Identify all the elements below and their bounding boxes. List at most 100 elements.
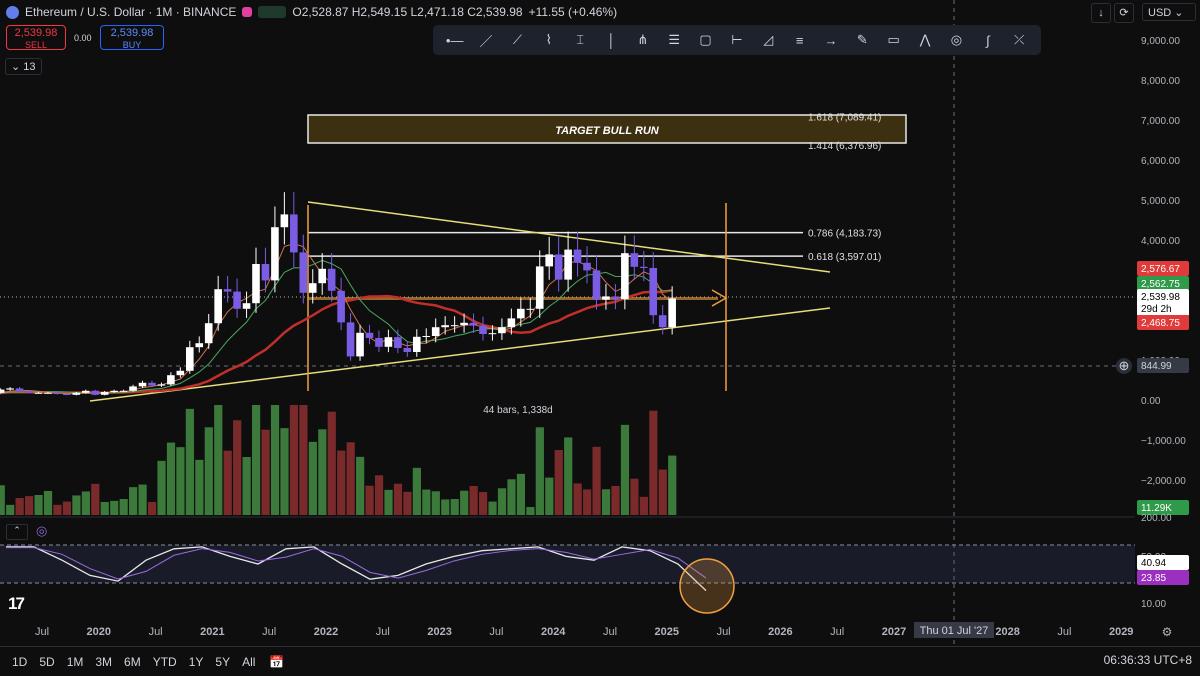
triangle-icon[interactable]: ◿ [758,30,778,50]
buy-price: 2,539.98 [110,27,154,39]
buy-button[interactable]: 2,539.98 BUY [100,25,164,50]
price-label-crosshair: 844.99 [1141,361,1172,372]
candle-body [119,390,128,392]
path-icon[interactable]: ⟋ [507,30,527,50]
circle-icon[interactable]: ◎ [946,30,966,50]
candle-body [649,268,658,316]
arrow-marker-icon[interactable]: → [821,30,841,50]
volume-bar [327,411,336,515]
timeframe-1m[interactable]: 1M [67,655,84,669]
volume-bar [478,492,488,515]
volume-bar [25,496,34,515]
symbol-title[interactable]: Ethereum / U.S. Dollar · 1M · BINANCE [25,5,236,19]
volume-bar [620,424,630,515]
price-label-red-bottom: 2,468.75 [1141,318,1180,329]
volume-bar [526,507,535,515]
parallel-channel-icon[interactable]: ☰ [664,30,684,50]
candle-body [384,337,393,347]
volume-bar [81,491,90,515]
vertical-line-icon[interactable]: │ [601,30,621,50]
x-tick-label: 2023 [427,626,451,638]
volume-bar [497,488,507,515]
date-range-icon[interactable]: 📅 [269,655,284,669]
timeframe-ytd[interactable]: YTD [153,655,177,669]
fib-label: 0.786 (4,183.73) [808,229,881,240]
pitchfork-icon[interactable]: ⋔ [633,30,653,50]
measure-icon[interactable]: ⤫ [1009,30,1029,50]
candle-body [621,253,629,300]
rsi-highlight-circle [679,558,735,614]
candle-body [507,318,516,328]
sell-button[interactable]: 2,539.98 SELL [6,25,66,50]
brush-icon[interactable]: ✎ [852,30,872,50]
volume-bar [346,442,355,515]
volume-bar [573,483,582,515]
download-icon[interactable]: ↓ [1091,3,1111,23]
volume-bar [460,490,469,515]
candle-body [441,325,449,328]
fib-range-icon[interactable]: ⊢ [727,30,747,50]
y-tick-label: 4,000.00 [1141,236,1180,247]
fib-extension-icon[interactable]: ≡ [790,30,810,50]
rectangle-icon[interactable]: ▢ [696,30,716,50]
candle-body [214,289,222,324]
x-tick-label: 2020 [87,626,111,638]
currency-select[interactable]: USD ⌄ [1142,3,1196,21]
candle-body [412,336,421,352]
countdown-label: 29d 2h [1141,304,1172,315]
timeframe-all[interactable]: All [242,655,255,669]
volume-bar [129,487,138,515]
chart-canvas[interactable]: 9,000.00 8,000.00 7,000.00 6,000.00 5,000.00… [0,0,1200,675]
timeframe-5d[interactable]: 5D [39,655,54,669]
volume-bar [157,460,166,515]
candle-body [564,249,572,280]
trend-line-icon[interactable]: ／ [476,30,496,50]
timeframe-6m[interactable]: 6M [124,655,141,669]
buy-label: BUY [122,40,142,50]
price-change: +11.55 (+0.46%) [528,5,618,19]
market-status-icon[interactable] [258,6,287,18]
candle-body [639,266,648,268]
y-tick-label: 9,000.00 [1141,36,1180,47]
volume-bar [289,405,299,515]
candle-body [167,375,175,385]
volume-bar [100,502,109,515]
currency-label: USD [1148,7,1172,19]
candle-body [394,337,402,348]
volume-bar [308,441,317,515]
indicators-count: 13 [23,61,36,73]
volume-bar [233,420,242,515]
volume-bar [450,499,459,515]
cross-line-icon[interactable]: ⌶ [570,30,590,50]
timeframe-3m[interactable]: 3M [95,655,112,669]
volume-bar [251,405,261,515]
timeframe-1d[interactable]: 1D [12,655,27,669]
volume-bar [185,408,194,515]
curve-icon[interactable]: ∫ [978,30,998,50]
timeframe-1y[interactable]: 1Y [189,655,204,669]
volume-bar [34,495,43,515]
y-tick-label: 7,000.00 [1141,116,1180,127]
alert-flag-icon[interactable] [242,7,253,17]
pattern-icon[interactable]: ⋀ [915,30,935,50]
rsi-settings-icon[interactable]: ◎ [36,523,47,539]
timeframe-5y[interactable]: 5Y [215,655,230,669]
candle-body [157,384,166,386]
note-icon[interactable]: ▭ [884,30,904,50]
rsi-collapse-icon[interactable]: ⌃ [6,524,28,540]
rsi-value-white: 40.94 [1141,558,1166,569]
x-tick-label: Jul [603,626,617,638]
ma-medium-line [0,259,673,394]
polyline-icon[interactable]: ⌇ [539,30,559,50]
volume-bar [337,450,346,515]
refresh-icon[interactable]: ⟳ [1114,3,1134,23]
indicators-toggle[interactable]: ⌄ 13 [5,58,42,75]
horizontal-ray-icon[interactable]: •— [445,30,465,50]
candle-body [6,388,14,390]
candle-body [129,386,137,391]
candle-body [34,392,43,394]
candle-body [138,382,147,387]
sell-label: SELL [24,40,48,50]
candle-body [403,348,412,352]
candle-body [573,249,582,263]
